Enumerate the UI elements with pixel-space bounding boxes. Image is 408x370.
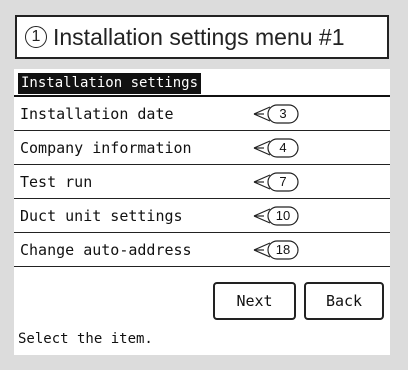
- menu-item-test-run[interactable]: Test run 7: [14, 165, 390, 199]
- menu-item-label: Change auto-address: [20, 241, 192, 259]
- menu-item-duct-unit-settings[interactable]: Duct unit settings 10: [14, 199, 390, 233]
- page-reference: 3: [250, 103, 320, 125]
- page-number: 7: [279, 174, 287, 189]
- menu-item-installation-date[interactable]: Installation date 3: [14, 97, 390, 131]
- menu-item-label: Duct unit settings: [20, 207, 183, 225]
- screen-header: Installation settings: [18, 73, 202, 94]
- menu-item-label: Installation date: [20, 105, 174, 123]
- menu-item-label: Test run: [20, 173, 93, 191]
- menu-item-change-auto-address[interactable]: Change auto-address 18: [14, 233, 390, 267]
- menu-item-label: Company information: [20, 139, 192, 157]
- page-reference: 10: [250, 205, 320, 227]
- step-number-badge: 1: [25, 26, 47, 48]
- next-button[interactable]: Next: [213, 282, 296, 320]
- page-reference: 7: [250, 171, 320, 193]
- menu-item-company-information[interactable]: Company information 4: [14, 131, 390, 165]
- status-message: Select the item.: [18, 331, 153, 347]
- page-reference: 18: [250, 239, 320, 261]
- page-number: 4: [279, 140, 287, 155]
- manual-section-title: 1 Installation settings menu #1: [15, 15, 389, 59]
- section-title-text: Installation settings menu #1: [53, 23, 345, 50]
- page-number: 10: [275, 208, 291, 223]
- controller-screen: Installation settings Installation date …: [14, 69, 390, 355]
- page-number: 3: [279, 106, 287, 121]
- back-button[interactable]: Back: [304, 282, 384, 320]
- page-reference: 4: [250, 137, 320, 159]
- page-number: 18: [275, 242, 291, 257]
